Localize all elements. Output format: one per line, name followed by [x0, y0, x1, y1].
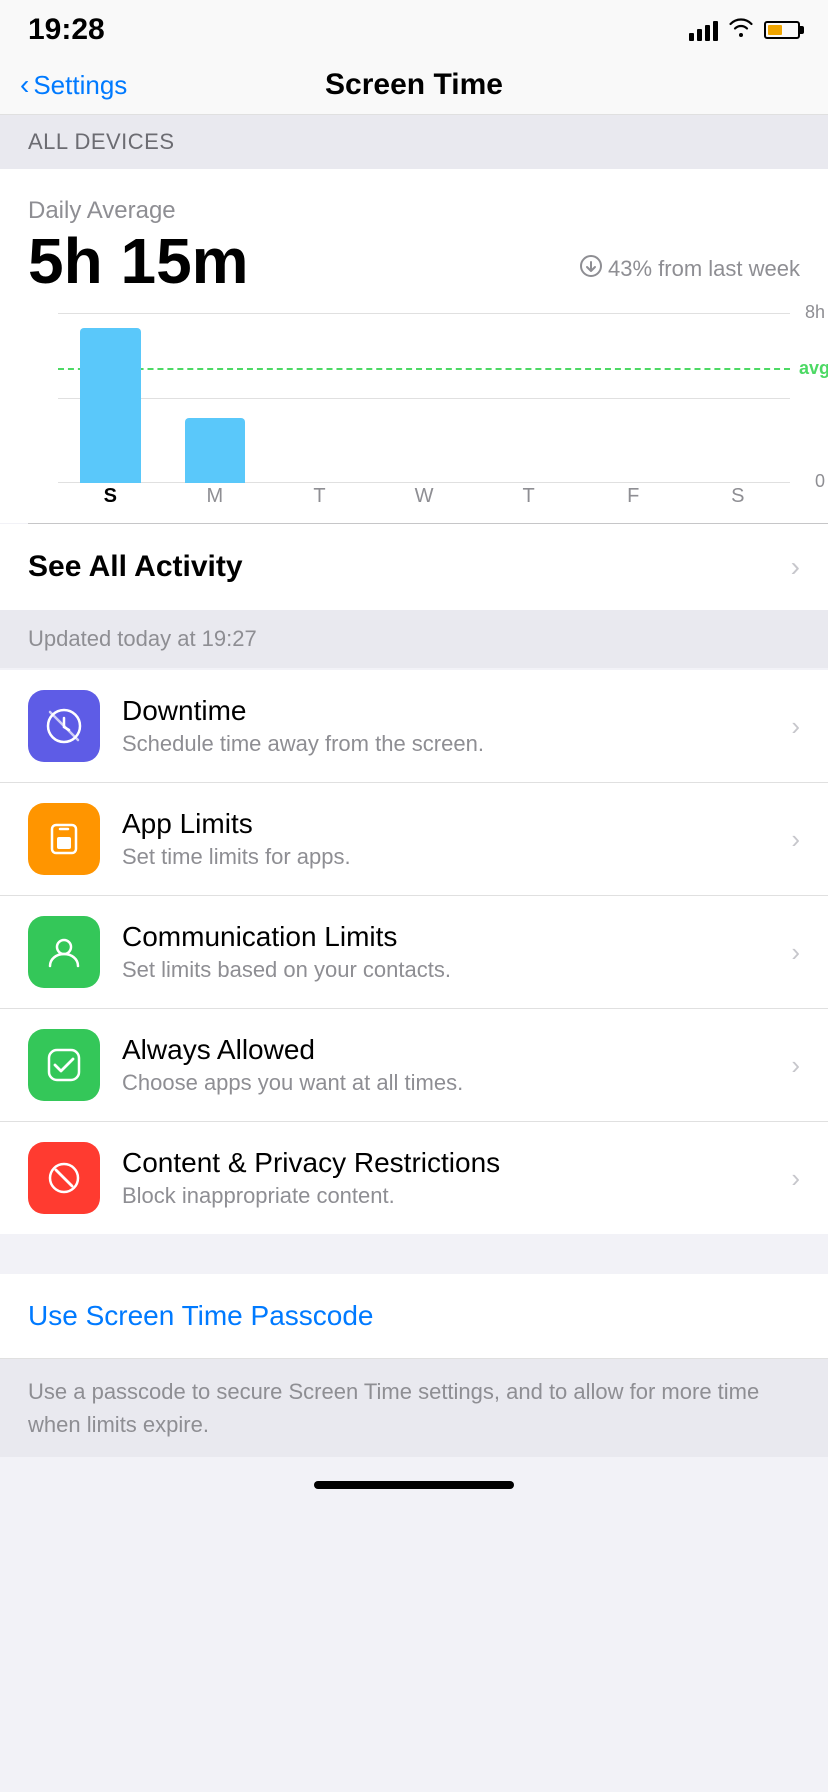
- wifi-icon: [728, 17, 754, 43]
- comm-limits-title: Communication Limits: [122, 921, 791, 953]
- home-indicator: [0, 1467, 828, 1505]
- daily-average-row: 5h 15m 43% from last week: [28, 229, 800, 293]
- downtime-title: Downtime: [122, 695, 791, 727]
- daily-average-time: 5h 15m: [28, 229, 249, 293]
- nav-bar: ‹ Settings Screen Time: [0, 56, 828, 115]
- app-limits-text: App Limits Set time limits for apps.: [122, 808, 791, 870]
- content-privacy-text: Content & Privacy Restrictions Block ina…: [122, 1147, 791, 1209]
- content-privacy-chevron-icon: ›: [791, 1163, 800, 1194]
- content-privacy-icon: [28, 1142, 100, 1214]
- always-allowed-item[interactable]: Always Allowed Choose apps you want at a…: [0, 1008, 828, 1121]
- status-bar: 19:28: [0, 0, 828, 56]
- day-label-0: S: [58, 485, 163, 513]
- bar-col-0: [58, 328, 163, 483]
- downtime-item[interactable]: Downtime Schedule time away from the scr…: [0, 670, 828, 782]
- see-all-label: See All Activity: [28, 550, 243, 584]
- bars-area: [58, 313, 790, 483]
- always-allowed-icon: [28, 1029, 100, 1101]
- always-allowed-title: Always Allowed: [122, 1034, 791, 1066]
- always-allowed-text: Always Allowed Choose apps you want at a…: [122, 1034, 791, 1096]
- bar-chart: 8h 0 avg: [28, 313, 800, 513]
- app-limits-title: App Limits: [122, 808, 791, 840]
- page-title: Screen Time: [325, 68, 503, 102]
- down-arrow-icon: [580, 255, 602, 283]
- back-button[interactable]: ‹ Settings: [20, 70, 127, 101]
- status-time: 19:28: [28, 13, 105, 47]
- day-label-1: M: [163, 485, 268, 513]
- downtime-text: Downtime Schedule time away from the scr…: [122, 695, 791, 757]
- chart-section: Daily Average 5h 15m 43% from last week …: [0, 169, 828, 523]
- section-header: ALL DEVICES: [0, 115, 828, 169]
- bar-1: [185, 418, 246, 483]
- always-allowed-subtitle: Choose apps you want at all times.: [122, 1070, 791, 1096]
- weekly-change-text: 43% from last week: [608, 256, 800, 282]
- passcode-section: Use Screen Time Passcode Use a passcode …: [0, 1274, 828, 1457]
- bar-col-1: [163, 418, 268, 483]
- daily-average-label: Daily Average: [28, 197, 800, 225]
- passcode-description: Use a passcode to secure Screen Time set…: [0, 1359, 828, 1457]
- day-label-4: T: [476, 485, 581, 513]
- see-all-activity-row[interactable]: See All Activity ›: [0, 524, 828, 610]
- app-limits-icon: [28, 803, 100, 875]
- status-icons: [689, 17, 800, 43]
- passcode-button[interactable]: Use Screen Time Passcode: [0, 1274, 828, 1359]
- always-allowed-chevron-icon: ›: [791, 1050, 800, 1081]
- day-labels: S M T W T F S: [58, 485, 790, 513]
- content-privacy-subtitle: Block inappropriate content.: [122, 1183, 791, 1209]
- update-notice: Updated today at 19:27: [0, 610, 828, 668]
- menu-section: Downtime Schedule time away from the scr…: [0, 670, 828, 1234]
- comm-limits-icon: [28, 916, 100, 988]
- app-limits-subtitle: Set time limits for apps.: [122, 844, 791, 870]
- comm-limits-chevron-icon: ›: [791, 937, 800, 968]
- downtime-subtitle: Schedule time away from the screen.: [122, 731, 791, 757]
- comm-limits-subtitle: Set limits based on your contacts.: [122, 957, 791, 983]
- downtime-icon: [28, 690, 100, 762]
- day-label-3: W: [372, 485, 477, 513]
- day-label-5: F: [581, 485, 686, 513]
- grid-label-bot: 0: [815, 471, 825, 492]
- see-all-chevron-icon: ›: [791, 551, 800, 583]
- day-label-2: T: [267, 485, 372, 513]
- battery-fill: [768, 25, 782, 35]
- comm-limits-text: Communication Limits Set limits based on…: [122, 921, 791, 983]
- home-bar: [314, 1481, 514, 1489]
- grid-label-top: 8h: [805, 302, 825, 323]
- bar-0: [80, 328, 141, 483]
- day-label-6: S: [685, 485, 790, 513]
- avg-label: avg: [799, 358, 828, 379]
- content-privacy-title: Content & Privacy Restrictions: [122, 1147, 791, 1179]
- battery-icon: [764, 21, 800, 39]
- back-label: Settings: [33, 70, 127, 101]
- weekly-change: 43% from last week: [580, 255, 800, 283]
- app-limits-item[interactable]: App Limits Set time limits for apps. ›: [0, 782, 828, 895]
- back-chevron-icon: ‹: [20, 71, 29, 99]
- signal-bars-icon: [689, 19, 718, 41]
- app-limits-chevron-icon: ›: [791, 824, 800, 855]
- content-privacy-item[interactable]: Content & Privacy Restrictions Block ina…: [0, 1121, 828, 1234]
- downtime-chevron-icon: ›: [791, 711, 800, 742]
- comm-limits-item[interactable]: Communication Limits Set limits based on…: [0, 895, 828, 1008]
